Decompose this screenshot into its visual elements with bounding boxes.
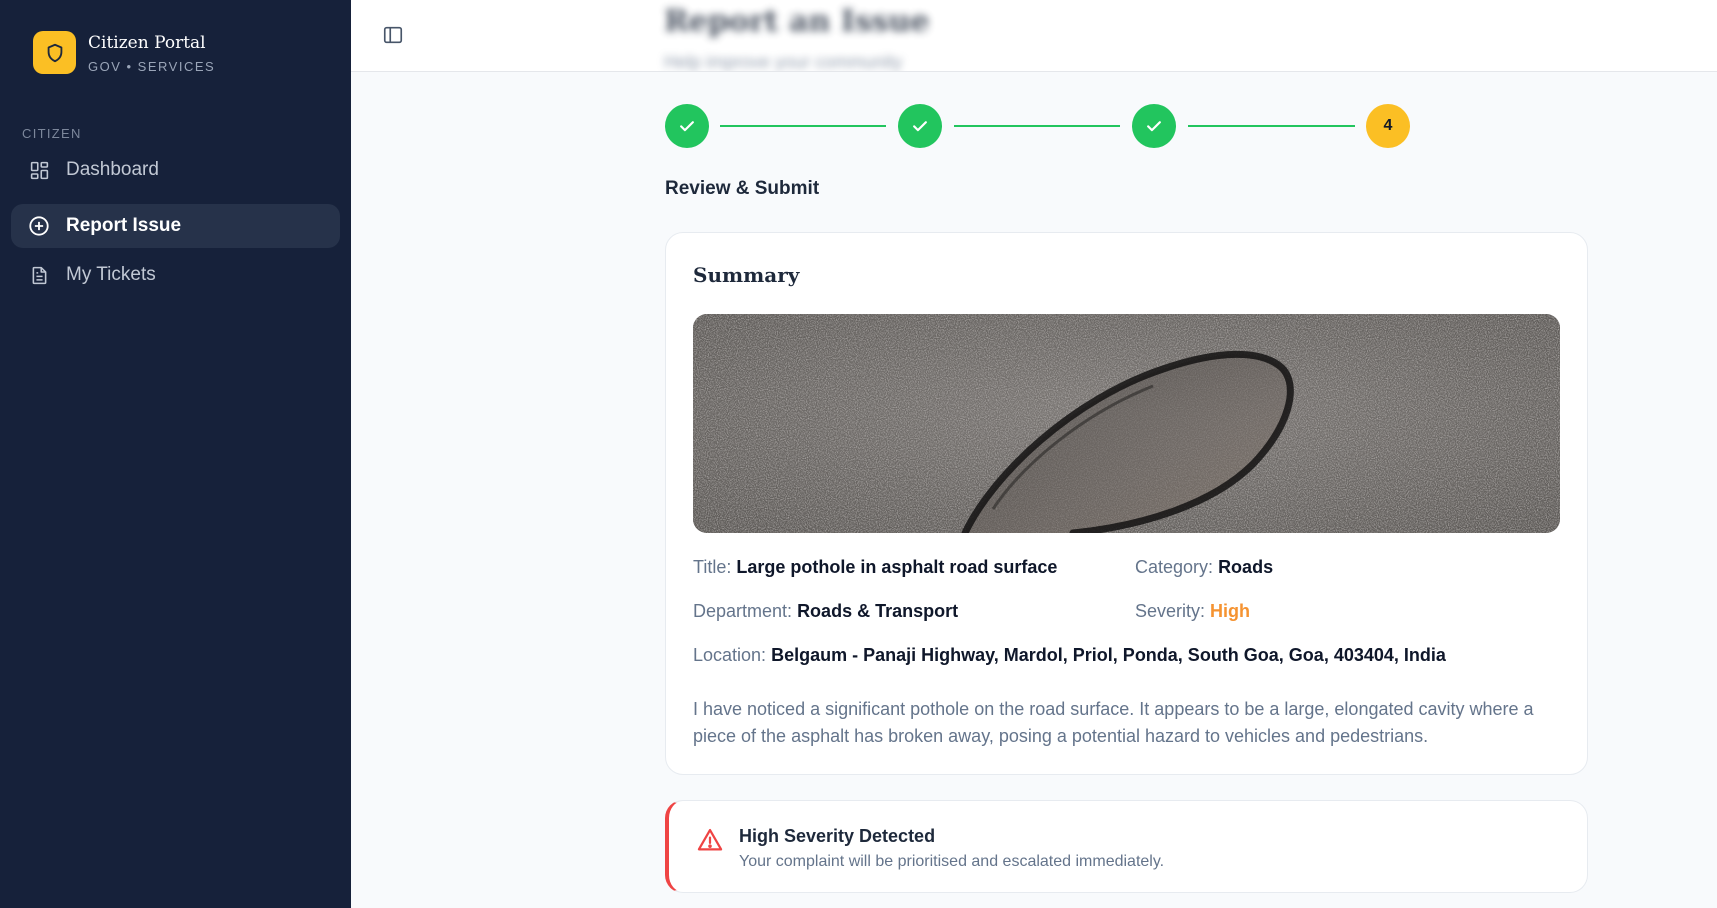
alert-message: Your complaint will be prioritised and e… xyxy=(739,853,1165,870)
warning-icon xyxy=(696,826,724,854)
field-label: Title: xyxy=(693,557,732,577)
page-subtitle: Help improve your community xyxy=(664,52,903,72)
sidebar-item-report-issue[interactable]: Report Issue xyxy=(11,204,340,248)
issue-photo xyxy=(693,314,1560,533)
field-value: Large pothole in asphalt road surface xyxy=(736,557,1058,577)
grid-icon xyxy=(28,159,50,181)
check-icon xyxy=(913,121,927,132)
sidebar-item-dashboard[interactable]: Dashboard xyxy=(11,148,340,192)
step-connector xyxy=(1188,125,1355,127)
field-value: Belgaum - Panaji Highway, Mardol, Priol,… xyxy=(771,645,1446,665)
sidebar-item-label: Dashboard xyxy=(66,159,159,180)
check-icon xyxy=(1147,121,1161,132)
brand-subtitle: GOV • SERVICES xyxy=(88,58,216,74)
step-connector xyxy=(720,125,886,127)
top-bar: Report an Issue Help improve your commun… xyxy=(351,0,1717,72)
summary-title-field: Title: Large pothole in asphalt road sur… xyxy=(693,557,1057,578)
brand-title: Citizen Portal xyxy=(88,32,206,53)
summary-location-field: Location: Belgaum - Panaji Highway, Mard… xyxy=(693,645,1446,666)
sidebar: Citizen Portal GOV • SERVICES CITIZEN Da… xyxy=(0,0,351,908)
sidebar-item-label: My Tickets xyxy=(66,264,156,285)
file-icon xyxy=(28,264,50,286)
summary-department-field: Department: Roads & Transport xyxy=(693,601,958,622)
check-icon xyxy=(680,121,694,132)
severity-badge: High xyxy=(1210,601,1251,621)
field-label: Severity: xyxy=(1135,601,1206,621)
step-2-complete xyxy=(898,104,942,148)
field-value: Roads xyxy=(1218,557,1274,577)
sidebar-item-label: Report Issue xyxy=(66,215,182,236)
sidebar-item-my-tickets[interactable]: My Tickets xyxy=(11,253,340,297)
sidebar-toggle-icon[interactable] xyxy=(382,24,404,46)
nav-section-label: CITIZEN xyxy=(22,126,82,141)
field-label: Location: xyxy=(693,645,767,665)
field-value: Roads & Transport xyxy=(797,601,959,621)
page-title: Report an Issue xyxy=(664,4,930,39)
summary-description: I have noticed a significant pothole on … xyxy=(693,699,1534,746)
field-label: Category: xyxy=(1135,557,1214,577)
summary-severity-field: Severity: High xyxy=(1135,601,1250,622)
step-4-current: 4 xyxy=(1366,104,1410,148)
step-3-complete xyxy=(1132,104,1176,148)
step-title: Review & Submit xyxy=(665,178,820,199)
summary-heading: Summary xyxy=(693,263,800,287)
step-1-complete xyxy=(665,104,709,148)
shield-icon xyxy=(33,31,76,74)
plus-circle-icon xyxy=(28,215,50,237)
summary-card: Summary Title: Large pothole in asphalt … xyxy=(665,232,1588,775)
alert-title: High Severity Detected xyxy=(739,826,936,846)
progress-stepper: 4 xyxy=(665,104,1410,148)
field-label: Department: xyxy=(693,601,793,621)
summary-category-field: Category: Roads xyxy=(1135,557,1273,578)
brand[interactable]: Citizen Portal GOV • SERVICES xyxy=(33,31,215,74)
severity-alert: High Severity Detected Your complaint wi… xyxy=(665,800,1588,893)
step-connector xyxy=(954,125,1120,127)
